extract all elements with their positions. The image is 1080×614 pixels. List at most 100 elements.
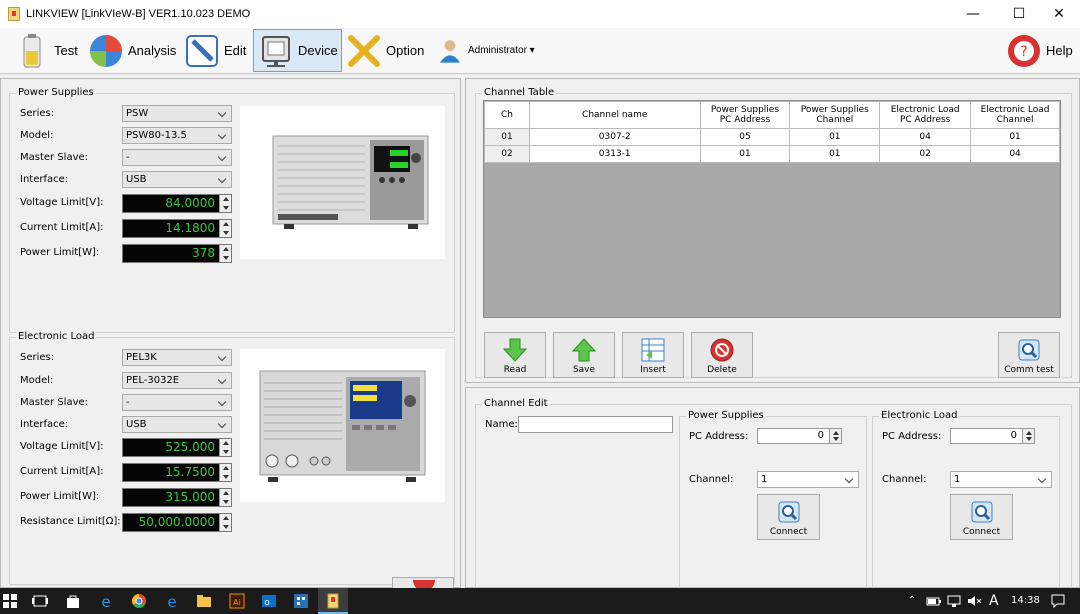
- cell-ps-channel[interactable]: 01: [789, 145, 881, 163]
- ps-voltage-limit-label: Voltage Limit[V]:: [20, 197, 104, 208]
- el-voltage-limit-input[interactable]: 525.000: [122, 438, 232, 457]
- el-series-select[interactable]: PEL3K: [122, 349, 232, 366]
- cell-el-pc-address[interactable]: 02: [879, 145, 972, 163]
- ps-model-value: PSW80-13.5: [126, 130, 187, 141]
- help-button[interactable]: ? Help: [1006, 29, 1073, 72]
- chrome-icon[interactable]: [131, 593, 147, 609]
- ps-master-slave-select[interactable]: -: [122, 149, 232, 166]
- battery-icon: [23, 33, 41, 67]
- el-resistance-limit-input[interactable]: 50,000.0000: [122, 513, 232, 532]
- edit-button[interactable]: Edit: [184, 29, 246, 72]
- spin-arrows-icon[interactable]: [219, 439, 231, 456]
- spin-arrows-icon[interactable]: [219, 195, 231, 212]
- channel-edit-title: Channel Edit: [482, 398, 550, 409]
- el-model-value: PEL-3032E: [126, 375, 180, 386]
- el-connect-button[interactable]: Connect: [950, 494, 1013, 540]
- ps-series-select[interactable]: PSW: [122, 105, 232, 122]
- network-icon[interactable]: [946, 593, 962, 609]
- option-button[interactable]: Option: [346, 29, 424, 72]
- cell-ps-pc-address[interactable]: 05: [699, 128, 791, 146]
- ps-interface-select[interactable]: USB: [122, 171, 232, 188]
- battery-tray-icon[interactable]: [926, 593, 942, 609]
- table-header-row: Ch Channel name Power Supplies PC Address…: [484, 101, 1060, 129]
- col-el-channel[interactable]: Electronic Load Channel: [970, 101, 1060, 129]
- linkview-taskbar-button[interactable]: [318, 588, 348, 614]
- cell-el-channel[interactable]: 04: [970, 145, 1060, 163]
- col-ps-pc-address[interactable]: Power Supplies PC Address: [699, 101, 791, 129]
- spin-arrows-icon[interactable]: [219, 464, 231, 481]
- ps-current-limit-input[interactable]: 14.1800: [122, 219, 232, 238]
- col-el-pc-address[interactable]: Electronic Load PC Address: [879, 101, 972, 129]
- linkview-app-icon: [327, 593, 339, 609]
- device-button[interactable]: Device: [253, 29, 342, 72]
- table-row[interactable]: 01 0307-2 05 01 04 01: [484, 128, 1060, 146]
- cell-channel-name[interactable]: 0313-1: [528, 145, 701, 163]
- cell-ps-pc-address[interactable]: 01: [699, 145, 791, 163]
- minimize-button[interactable]: —: [950, 0, 996, 28]
- edit-el-channel-select[interactable]: 1: [950, 471, 1052, 488]
- windows-start-icon[interactable]: [2, 593, 18, 609]
- close-button[interactable]: ✕: [1036, 0, 1080, 28]
- app-blue-icon[interactable]: [293, 593, 309, 609]
- col-ps-channel[interactable]: Power Supplies Channel: [789, 101, 881, 129]
- tray-chevron-up-icon[interactable]: ⌃: [908, 588, 916, 614]
- edit-ps-channel-select[interactable]: 1: [757, 471, 859, 488]
- el-interface-label: Interface:: [20, 419, 69, 430]
- chevron-down-icon: [844, 473, 856, 486]
- insert-button[interactable]: Insert: [622, 332, 684, 378]
- cell-ch[interactable]: 02: [484, 145, 530, 163]
- el-current-limit-input[interactable]: 15.7500: [122, 463, 232, 482]
- edit-ps-channel-label: Channel:: [689, 474, 734, 485]
- col-el-pc-address-line2: PC Address: [899, 115, 951, 125]
- administrator-button[interactable]: Administrator ▾: [436, 29, 535, 72]
- file-explorer-icon[interactable]: [196, 593, 212, 609]
- ps-power-limit-input[interactable]: 378: [122, 244, 232, 263]
- col-channel-name[interactable]: Channel name: [528, 101, 701, 129]
- el-master-slave-select[interactable]: -: [122, 394, 232, 411]
- analysis-button[interactable]: Analysis: [88, 29, 176, 72]
- internet-explorer-icon[interactable]: e: [164, 593, 180, 609]
- ps-model-label: Model:: [20, 130, 54, 141]
- el-resistance-limit-value: 50,000.0000: [138, 515, 215, 529]
- spin-arrows-icon[interactable]: [219, 220, 231, 237]
- notification-icon[interactable]: [1050, 593, 1066, 609]
- ps-voltage-limit-input[interactable]: 84.0000: [122, 194, 232, 213]
- name-input[interactable]: [518, 416, 673, 433]
- read-button[interactable]: Read: [484, 332, 546, 378]
- el-model-select[interactable]: PEL-3032E: [122, 372, 232, 389]
- col-el-channel-line1: Electronic Load: [980, 105, 1050, 115]
- test-button[interactable]: Test: [14, 29, 78, 72]
- el-interface-select[interactable]: USB: [122, 416, 232, 433]
- cell-ch[interactable]: 01: [484, 128, 530, 146]
- edit-el-pc-address-input[interactable]: 0: [950, 428, 1035, 444]
- save-button[interactable]: Save: [553, 332, 615, 378]
- el-power-limit-input[interactable]: 315.000: [122, 488, 232, 507]
- spin-arrows-icon[interactable]: [219, 514, 231, 531]
- col-ps-pc-address-line2: PC Address: [719, 115, 771, 125]
- store-icon[interactable]: [65, 593, 81, 609]
- table-row[interactable]: 02 0313-1 01 01 02 04: [484, 145, 1060, 163]
- edge-browser-icon[interactable]: e: [98, 593, 114, 609]
- cell-el-channel[interactable]: 01: [970, 128, 1060, 146]
- spin-arrows-icon[interactable]: [219, 489, 231, 506]
- illustrator-icon[interactable]: Ai: [229, 593, 245, 609]
- col-ch[interactable]: Ch: [484, 101, 530, 129]
- cell-el-pc-address[interactable]: 04: [879, 128, 972, 146]
- edit-ps-pc-address-input[interactable]: 0: [757, 428, 842, 444]
- ps-model-select[interactable]: PSW80-13.5: [122, 127, 232, 144]
- el-power-limit-label: Power Limit[W]:: [20, 491, 100, 502]
- spin-arrows-icon[interactable]: [219, 245, 231, 262]
- spin-arrows-icon[interactable]: [1022, 429, 1034, 443]
- spin-arrows-icon[interactable]: [829, 429, 841, 443]
- outlook-icon[interactable]: o: [261, 593, 277, 609]
- ime-indicator[interactable]: A: [989, 588, 999, 614]
- comm-test-button[interactable]: Comm test: [998, 332, 1060, 378]
- cell-ps-channel[interactable]: 01: [789, 128, 881, 146]
- delete-button[interactable]: Delete: [691, 332, 753, 378]
- task-view-icon[interactable]: [32, 593, 48, 609]
- ps-series-value: PSW: [126, 108, 149, 119]
- ps-connect-button[interactable]: Connect: [757, 494, 820, 540]
- volume-muted-icon[interactable]: [966, 593, 982, 609]
- cell-channel-name[interactable]: 0307-2: [528, 128, 701, 146]
- clock-time[interactable]: 14:38: [1011, 588, 1040, 614]
